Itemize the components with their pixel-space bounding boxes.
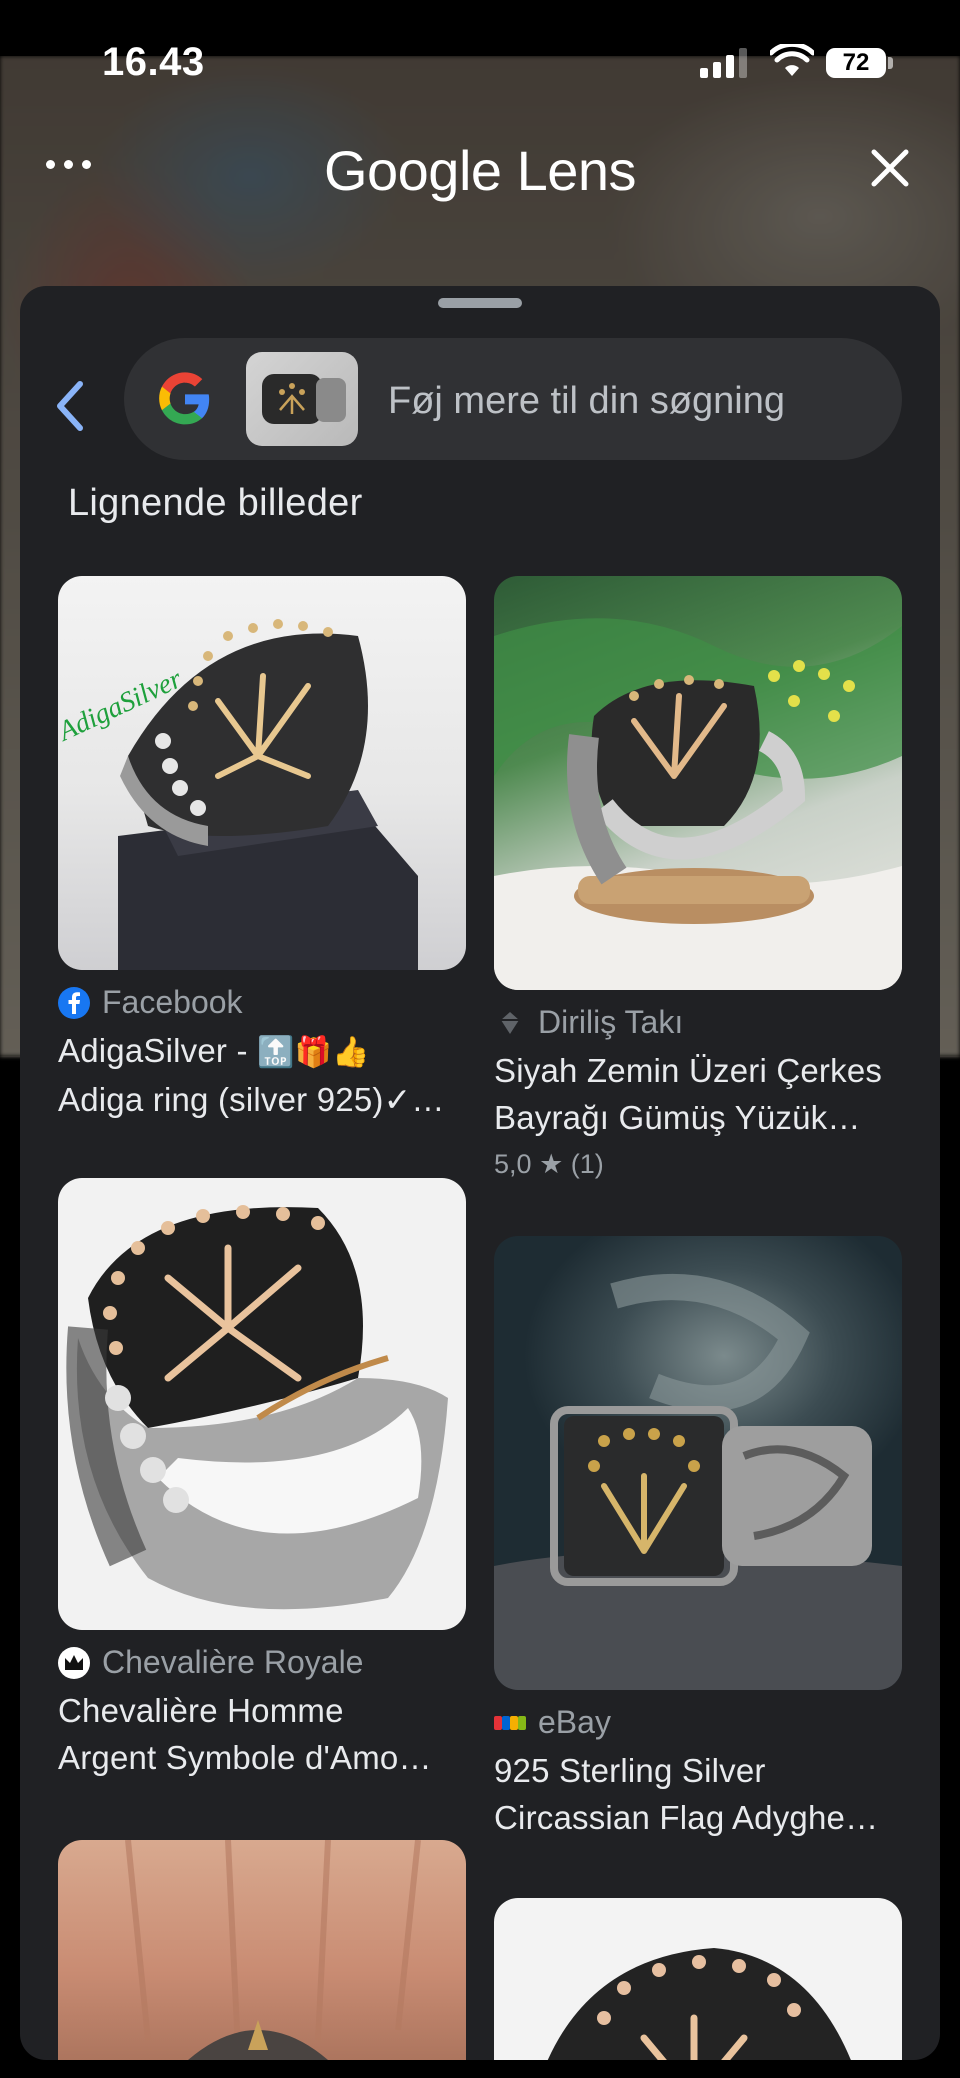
status-time: 16.43 <box>102 40 205 84</box>
battery-tip <box>888 57 893 69</box>
result-title[interactable]: Chevalière Homme Argent Symbole d'Amo… <box>58 1687 468 1781</box>
result-title-line2: Circassian Flag Adyghe… <box>494 1799 879 1836</box>
app-title: Google Lens <box>323 139 637 202</box>
google-g-icon <box>159 372 210 425</box>
result-title-line2: Bayrağı Gümüş Yüzük… <box>494 1099 861 1136</box>
result-card-partial-2[interactable] <box>494 1898 902 2060</box>
result-card-ebay[interactable]: eBay 925 Sterling Silver Circassian Flag… <box>494 1236 904 1841</box>
cellular-signal-icon <box>700 48 750 78</box>
result-rating: 5,0 ★ (1) <box>494 1149 904 1180</box>
result-title-emoji: 🔝🎁👍 <box>257 1036 370 1069</box>
ebay-icon <box>494 1707 526 1739</box>
query-image-thumbnail[interactable] <box>246 352 358 446</box>
result-title-line2: Adiga ring (silver 925)✓… <box>58 1081 445 1118</box>
result-title-line1: Siyah Zemin Üzeri Çerkes <box>494 1052 883 1089</box>
result-title[interactable]: Siyah Zemin Üzeri Çerkes Bayrağı Gümüş Y… <box>494 1047 904 1141</box>
close-icon[interactable] <box>866 144 914 192</box>
rating-value: 5,0 <box>494 1149 532 1179</box>
rating-count: (1) <box>570 1149 604 1179</box>
wifi-icon <box>770 44 814 76</box>
result-title[interactable]: AdigaSilver - 🔝🎁👍 Adiga ring (silver 925… <box>58 1027 468 1123</box>
results-sheet[interactable]: Føj mere til din søgning Lignende billed… <box>20 286 940 2060</box>
back-arrow-icon[interactable] <box>50 376 90 436</box>
result-source[interactable]: eBay <box>538 1704 611 1741</box>
result-title[interactable]: 925 Sterling Silver Circassian Flag Adyg… <box>494 1747 904 1841</box>
result-image[interactable] <box>494 576 902 990</box>
result-title-line2: Argent Symbole d'Amo… <box>58 1739 432 1776</box>
crown-icon <box>58 1646 90 1679</box>
result-image[interactable] <box>58 1178 466 1630</box>
result-source[interactable]: Diriliş Takı <box>538 1004 683 1041</box>
search-bar[interactable]: Føj mere til din søgning <box>124 338 902 460</box>
result-title-line1: 925 Sterling Silver <box>494 1752 766 1789</box>
result-image[interactable] <box>494 1236 902 1690</box>
dirilis-icon <box>494 1007 526 1039</box>
section-title: Lignende billeder <box>68 482 363 524</box>
result-title-line1: AdigaSilver - <box>58 1032 258 1069</box>
star-icon: ★ <box>539 1149 564 1179</box>
result-card-chevaliere[interactable]: Chevalière Royale Chevalière Homme Argen… <box>58 1178 468 1781</box>
result-source[interactable]: Chevalière Royale <box>102 1644 363 1681</box>
result-title-line1: Chevalière Homme <box>58 1692 344 1729</box>
sheet-drag-handle[interactable] <box>438 298 522 308</box>
result-image[interactable]: AdigaSilver <box>58 576 466 970</box>
result-image[interactable] <box>494 1898 902 2060</box>
result-card-facebook[interactable]: AdigaSilver Facebook AdigaSilver - 🔝🎁👍 A… <box>58 576 468 1123</box>
result-card-dirilis[interactable]: Diriliş Takı Siyah Zemin Üzeri Çerkes Ba… <box>494 576 904 1180</box>
search-placeholder[interactable]: Føj mere til din søgning <box>388 380 785 423</box>
result-image[interactable] <box>58 1840 466 2060</box>
battery-indicator: 72 <box>826 48 886 78</box>
facebook-icon <box>58 986 90 1019</box>
result-card-partial-1[interactable] <box>58 1840 466 2060</box>
result-source[interactable]: Facebook <box>102 984 243 1021</box>
